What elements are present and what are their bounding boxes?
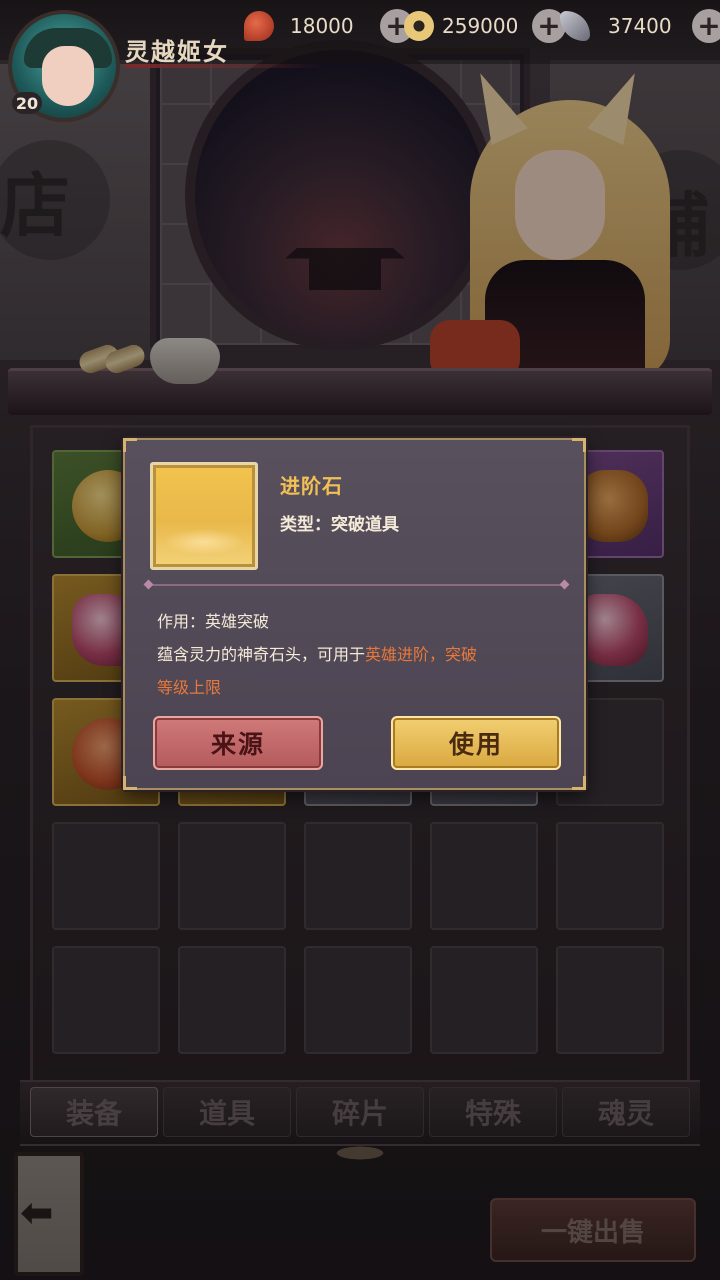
corner-ornament: [123, 438, 137, 452]
corner-ornament: [123, 776, 137, 790]
player-level-badge: 20: [12, 92, 42, 114]
corner-ornament: [572, 776, 586, 790]
desc-text-end: 等级上限: [157, 678, 222, 697]
source-button[interactable]: 来源: [153, 716, 323, 770]
resource-feather: 37400 +: [560, 8, 720, 44]
feather-amount: 37400: [608, 14, 672, 38]
lingyu-amount: 18000: [290, 14, 354, 38]
use-button[interactable]: 使用: [391, 716, 561, 770]
corner-ornament: [572, 438, 586, 452]
feather-icon: [560, 11, 590, 41]
player-name: 灵越姬女: [125, 37, 229, 66]
item-type: 类型：突破道具: [280, 515, 399, 535]
add-feather-button[interactable]: +: [692, 9, 720, 43]
modal-divider: [149, 584, 564, 586]
lingyu-icon: [244, 11, 274, 41]
desc-text: 蕴含灵力的神奇石头，可用于: [157, 645, 366, 664]
item-detail-modal: 进阶石 类型：突破道具 作用：英雄突破 蕴含灵力的神奇石头，可用于英雄进阶，突破…: [123, 438, 586, 790]
avatar-face: [42, 46, 94, 106]
item-icon-large: [150, 462, 258, 570]
desc-highlight: 英雄进阶，突破: [365, 645, 478, 664]
resource-coin: 259000 +: [404, 8, 566, 44]
coin-amount: 259000: [442, 14, 519, 38]
resource-lingyu: 18000 +: [244, 8, 414, 44]
item-description: 蕴含灵力的神奇石头，可用于英雄进阶，突破等级上限: [157, 638, 567, 704]
item-name: 进阶石: [280, 474, 343, 498]
item-effect: 作用：英雄突破: [157, 612, 270, 631]
coin-icon: [404, 11, 434, 41]
name-underline: [125, 64, 325, 68]
